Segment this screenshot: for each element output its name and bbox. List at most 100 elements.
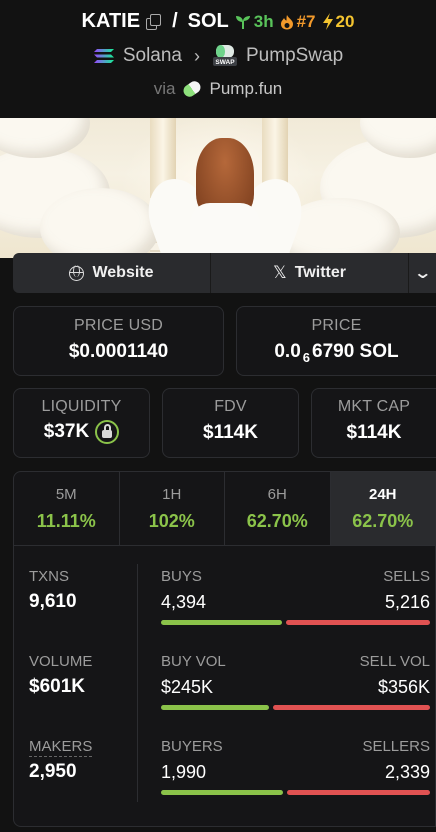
tab-5m[interactable]: 5M 11.11% <box>14 472 120 545</box>
liquidity-lock-icon[interactable] <box>95 420 120 444</box>
txns-label: TXNS <box>29 568 70 585</box>
buyers-sellers-split: BUYERS SELLERS 1,990 2,339 <box>161 738 430 795</box>
pumpswap-icon: SWAP <box>213 45 237 66</box>
fdv-value: $114K <box>203 422 258 443</box>
chevron-down-icon: ⌄ <box>413 265 432 282</box>
buyers-label: BUYERS <box>161 738 223 755</box>
volume-metric: VOLUME $601K <box>29 653 92 698</box>
buys-value: 4,394 <box>161 592 207 612</box>
price-usd-label: PRICE USD <box>74 317 163 334</box>
makers-metric: MAKERS 2,950 <box>29 738 93 783</box>
copy-icon[interactable] <box>146 14 162 30</box>
sell-volume-value: $356K <box>377 677 430 697</box>
seedling-icon <box>235 15 250 29</box>
timeframe-tabs: 5M 11.11% 1H 102% 6H 62.70% 24H 62.70% <box>14 472 435 546</box>
txns-value: 9,610 <box>29 591 77 612</box>
flame-icon <box>280 14 293 29</box>
sells-label: SELLS <box>383 568 430 585</box>
liquidity-value: $37K <box>43 421 90 442</box>
launchpad-row: via Pump.fun <box>0 78 436 100</box>
price-sol-label: PRICE <box>311 317 362 334</box>
boost-value: 20 <box>335 11 355 31</box>
buyers-bar-segment <box>161 790 283 795</box>
price-change: 62.70% <box>246 511 308 531</box>
makers-label: MAKERS <box>29 738 93 757</box>
price-usd-card: PRICE USD $0.0001140 <box>13 306 224 376</box>
sell-volume-bar-segment <box>273 705 430 710</box>
pair-title: KATIE / SOL 3h #7 20 <box>0 10 436 33</box>
volume-value: $601K <box>29 676 85 697</box>
market-cap-value: $114K <box>346 422 402 443</box>
buys-bar-segment <box>161 620 282 625</box>
dex-link[interactable]: PumpSwap <box>246 45 343 67</box>
buys-sells-bar <box>161 620 430 625</box>
trading-stats-panel: 5M 11.11% 1H 102% 6H 62.70% 24H 62.70% T… <box>13 471 436 827</box>
liquidity-label: LIQUIDITY <box>41 398 122 415</box>
age-badge: 3h <box>235 12 274 32</box>
twitter-button[interactable]: 𝕏 Twitter <box>211 253 409 293</box>
solana-icon <box>93 49 114 63</box>
chain-link[interactable]: Solana <box>123 45 182 67</box>
fdv-label: FDV <box>214 398 247 415</box>
volume-bar <box>161 705 430 710</box>
lightning-icon <box>322 13 333 30</box>
makers-value: 2,950 <box>29 761 77 782</box>
liquidity-card: LIQUIDITY $37K <box>13 388 150 458</box>
price-change: 102% <box>148 511 195 531</box>
social-links-bar: Website 𝕏 Twitter ⌄ <box>13 253 436 293</box>
volume-split: BUY VOL SELL VOL $245K $356K <box>161 653 430 710</box>
buys-sells-split: BUYS SELLS 4,394 5,216 <box>161 568 430 625</box>
tab-label: 5M <box>55 486 77 503</box>
buy-volume-label: BUY VOL <box>161 653 226 670</box>
buy-volume-bar-segment <box>161 705 269 710</box>
buys-label: BUYS <box>161 568 202 585</box>
rank-badge[interactable]: #7 <box>280 12 316 32</box>
price-sol-digits: 6790 SOL <box>312 341 399 362</box>
buy-volume-value: $245K <box>161 677 214 697</box>
sellers-value: 2,339 <box>384 762 430 782</box>
price-sol-prefix: 0.0 <box>274 341 301 362</box>
volume-label: VOLUME <box>29 653 93 670</box>
website-button[interactable]: Website <box>13 253 211 293</box>
liquidity-value-row: $37K <box>14 420 149 444</box>
rank-value: #7 <box>296 11 316 31</box>
sells-bar-segment <box>286 620 430 625</box>
sell-volume-label: SELL VOL <box>359 653 430 670</box>
fdv-card: FDV $114K <box>162 388 299 458</box>
txns-metric: TXNS 9,610 <box>29 568 77 613</box>
boost-badge[interactable]: 20 <box>322 11 355 32</box>
pill-icon <box>181 78 204 100</box>
tab-1h[interactable]: 1H 102% <box>120 472 225 545</box>
launchpad-link[interactable]: Pump.fun <box>209 79 282 99</box>
svg-text:SWAP: SWAP <box>215 59 235 66</box>
column-divider <box>137 564 138 802</box>
buyers-sellers-bar <box>161 790 430 795</box>
sells-value: 5,216 <box>384 592 430 612</box>
tab-label: 1H <box>162 486 182 503</box>
pair-separator: / <box>172 10 178 32</box>
price-change: 11.11% <box>36 511 96 531</box>
quote-symbol: SOL <box>187 10 229 32</box>
buyers-value: 1,990 <box>161 762 207 782</box>
tab-24h[interactable]: 24H 62.70% <box>330 472 435 545</box>
pair-header: KATIE / SOL 3h #7 20 Solana › SWAP PumpS… <box>0 0 436 116</box>
tab-label: 6H <box>267 486 287 503</box>
price-sol-card: PRICE 0.0 6 6790 SOL <box>236 306 436 376</box>
website-label: Website <box>92 264 154 281</box>
x-logo-icon: 𝕏 <box>273 263 287 282</box>
token-symbol: KATIE <box>81 10 141 32</box>
age-value: 3h <box>253 11 274 31</box>
twitter-label: Twitter <box>294 264 346 281</box>
price-sol-zero-count: 6 <box>302 349 311 365</box>
tab-6h[interactable]: 6H 62.70% <box>225 472 331 545</box>
price-sol-value: 0.0 6 6790 SOL <box>237 341 436 365</box>
chevron-right-icon: › <box>194 45 200 66</box>
price-usd-value: $0.0001140 <box>68 341 169 362</box>
globe-icon <box>69 264 85 281</box>
sellers-label: SELLERS <box>362 738 430 755</box>
market-cap-card: MKT CAP $114K <box>311 388 436 458</box>
more-links-button[interactable]: ⌄ <box>409 253 436 293</box>
via-label: via <box>153 79 176 98</box>
token-banner-image <box>0 118 436 258</box>
chain-breadcrumb: Solana › SWAP PumpSwap <box>0 45 436 67</box>
